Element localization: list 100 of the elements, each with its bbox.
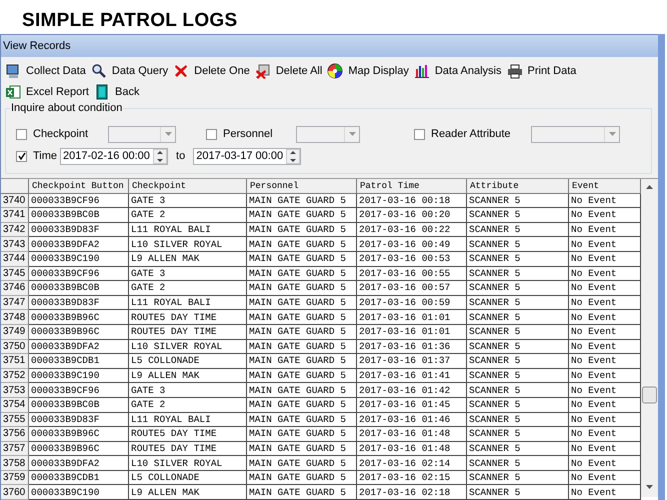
color-wheel-icon [327,62,344,78]
table-cell: MAIN GATE GUARD 5 [247,340,357,354]
toolbar-button[interactable]: Back [94,81,144,102]
filter-dropdown[interactable] [108,126,176,142]
table-cell: 000033B9B96C [29,324,129,340]
row-number: 3741 [1,208,29,223]
table-cell: MAIN GATE GUARD 5 [247,222,357,238]
group-legend: Inquire about condition [10,102,124,114]
printer-icon [506,62,522,78]
table-cell: L11 ROYAL BALI [129,296,247,310]
column-header[interactable]: Personnel [247,179,357,194]
scrollbar[interactable] [641,179,658,497]
table-cell: L9 ALLEN MAK [129,368,247,384]
filter-dropdown[interactable] [296,126,360,142]
table-cell: SCANNER 5 [467,412,569,428]
table-cell: L10 SILVER ROYAL [129,456,247,471]
checkbox[interactable] [16,150,27,162]
table-cell: L5 COLLONADE [129,470,247,486]
checkbox[interactable] [206,128,217,140]
row-number: 3740 [1,194,29,208]
table-cell: MAIN GATE GUARD 5 [247,194,357,208]
toolbar-button[interactable]: Print Data [506,60,580,81]
column-header[interactable]: Attribute [467,179,569,194]
row-number: 3759 [1,470,29,486]
row-number: 3756 [1,427,29,442]
toolbar-button[interactable]: Collect Data [5,60,90,81]
to-label: to [176,150,186,162]
column-header[interactable]: Patrol Time [357,179,467,194]
table-cell: SCANNER 5 [467,442,569,456]
table-cell: MAIN GATE GUARD 5 [247,310,357,325]
table-cell: 2017-03-16 01:45 [357,398,467,412]
table-cell: 000033B9C190 [29,252,129,267]
row-number: 3758 [1,456,29,471]
date-field[interactable]: 2017-02-16 00:00 [60,148,168,164]
table-cell: GATE 2 [129,281,247,296]
table-cell: 2017-03-16 01:37 [357,354,467,369]
table-cell: 000033B9BC0B [29,208,129,223]
table-cell: 000033B9CDB1 [29,470,129,486]
table-cell: 2017-03-16 01:41 [357,368,467,384]
table-cell: MAIN GATE GUARD 5 [247,208,357,223]
row-number: 3747 [1,296,29,310]
row-number: 3760 [1,485,29,500]
table-cell: 000033B9DFA2 [29,237,129,252]
table-cell: SCANNER 5 [467,252,569,267]
toolbar-button[interactable]: Map Display [327,60,413,81]
table-cell: MAIN GATE GUARD 5 [247,383,357,398]
table-cell: SCANNER 5 [467,208,569,223]
table-cell: 2017-03-16 01:46 [357,412,467,428]
table-cell: 2017-03-16 00:49 [357,237,467,252]
date-field[interactable]: 2017-03-17 00:00 [193,148,302,164]
toolbar-button[interactable]: Data Query [90,60,172,81]
table-cell: ROUTE5 DAY TIME [129,324,247,340]
table-cell: 2017-03-16 00:22 [357,222,467,238]
table-cell: 000033B9D83F [29,412,129,428]
spin-buttons-icon[interactable] [286,148,300,164]
toolbar-button[interactable]: Excel Report [5,81,93,102]
table-cell: ROUTE5 DAY TIME [129,442,247,456]
row-number: 3755 [1,412,29,428]
table-cell: 000033B9B96C [29,427,129,442]
table-cell: SCANNER 5 [467,310,569,325]
checkbox[interactable] [414,128,425,140]
filter-label: Checkpoint [33,128,90,140]
spin-buttons-icon[interactable] [153,148,168,164]
row-number: 3743 [1,237,29,252]
table-cell: L11 ROYAL BALI [129,412,247,428]
table-cell: 2017-03-16 01:36 [357,340,467,354]
table-cell: SCANNER 5 [467,281,569,296]
table-cell: 2017-03-16 00:20 [357,208,467,223]
toolbar-button[interactable]: Delete All [254,60,326,81]
table-cell: MAIN GATE GUARD 5 [247,266,357,282]
table-cell: 2017-03-16 00:18 [357,194,467,208]
table-cell: 000033B9CF96 [29,266,129,282]
window-title: View Records [3,40,71,52]
table-cell: L11 ROYAL BALI [129,222,247,238]
column-header[interactable]: Event [569,179,641,194]
table-cell: SCANNER 5 [467,324,569,340]
table-cell: MAIN GATE GUARD 5 [247,324,357,340]
row-number: 3757 [1,442,29,456]
table-cell: MAIN GATE GUARD 5 [247,368,357,384]
cross-icon [254,62,271,78]
checkbox[interactable] [16,128,27,140]
computer-icon [5,62,21,78]
column-header[interactable]: Checkpoint [129,179,247,194]
filter-dropdown[interactable] [531,126,620,142]
spreadsheet-icon [5,84,21,100]
table-cell: MAIN GATE GUARD 5 [247,354,357,369]
toolbar-button[interactable]: Data Analysis [414,60,506,81]
table-cell: SCANNER 5 [467,194,569,208]
table-cell: GATE 3 [129,266,247,282]
toolbar-button[interactable]: Delete One [173,60,254,81]
table-cell: L9 ALLEN MAK [129,485,247,500]
table-cell: 000033B9DFA2 [29,340,129,354]
table-cell: SCANNER 5 [467,470,569,486]
dropdown-arrow-icon [348,132,356,136]
table-cell: 000033B9CF96 [29,383,129,398]
table-cell: 2017-03-16 00:53 [357,252,467,267]
row-number: 3744 [1,252,29,267]
table-cell: SCANNER 5 [467,456,569,471]
table-cell: 000033B9BC0B [29,281,129,296]
column-header[interactable]: Checkpoint Button [29,179,129,194]
